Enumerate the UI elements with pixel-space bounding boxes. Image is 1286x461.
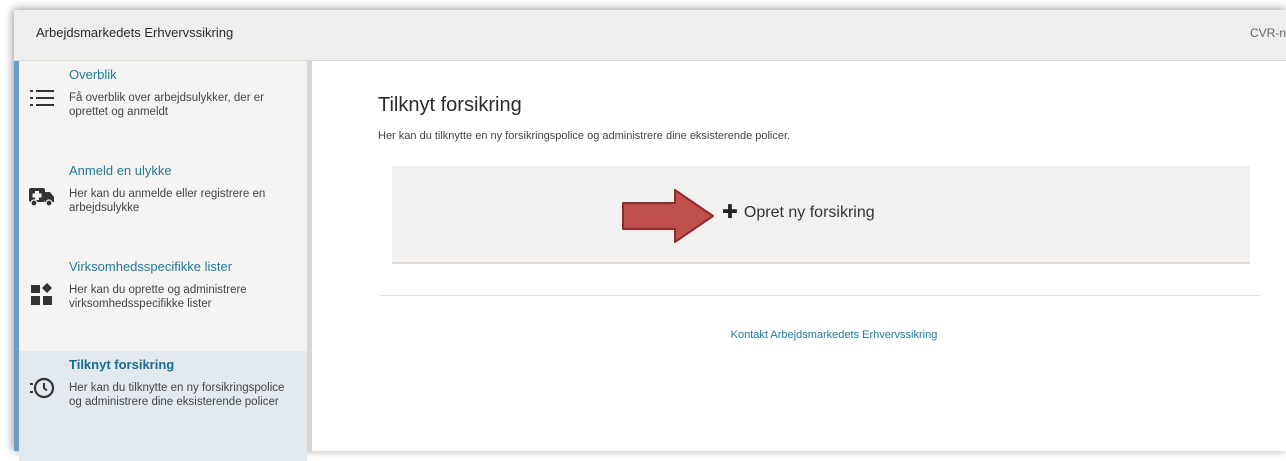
red-arrow-annotation (622, 189, 714, 243)
page-title: Tilknyt forsikring (378, 94, 522, 116)
create-insurance-label: Opret ny forsikring (743, 204, 875, 221)
plus-icon: ✚ (722, 202, 738, 223)
app-title[interactable]: Arbejdsmarkedets Erhvervssikring (36, 25, 233, 40)
ambulance-icon (27, 181, 57, 211)
create-insurance-panel: ✚ Opret ny forsikring (392, 166, 1250, 264)
blocks-icon (27, 279, 57, 309)
sidebar-item-anmeld[interactable]: Anmeld en ulykke Her kan du anmelde elle… (19, 157, 307, 253)
sidebar-accent (14, 61, 19, 451)
sidebar-item-title[interactable]: Virksomhedsspecifikke lister (69, 259, 232, 274)
sidebar-item-title[interactable]: Overblik (69, 67, 117, 82)
sidebar: Overblik Få overblik over arbejdsulykker… (14, 61, 312, 461)
sidebar-item-desc: Her kan du oprette og administrere virks… (69, 284, 247, 310)
main-content: Tilknyt forsikring Her kan du tilknytte … (312, 61, 1286, 451)
app-window: Arbejdsmarkedets Erhvervssikring CVR-n O… (14, 10, 1286, 461)
sidebar-item-title[interactable]: Anmeld en ulykke (69, 163, 172, 178)
sidebar-item-desc: Få overblik over arbejdsulykker, der er … (69, 92, 264, 118)
cvr-label: CVR-n (1249, 26, 1286, 40)
sidebar-item-overblik[interactable]: Overblik Få overblik over arbejdsulykker… (19, 61, 307, 157)
top-header: Arbejdsmarkedets Erhvervssikring CVR-n (14, 10, 1286, 61)
divider (380, 295, 1260, 296)
history-clock-icon (27, 373, 57, 403)
sidebar-item-desc: Her kan du tilknytte en ny forsikringspo… (69, 382, 285, 408)
list-icon (27, 83, 57, 113)
sidebar-item-desc: Her kan du anmelde eller registrere en a… (69, 188, 266, 214)
create-insurance-button[interactable]: ✚ Opret ny forsikring (722, 202, 875, 223)
page-subtitle: Her kan du tilknytte en ny forsikringspo… (378, 130, 791, 142)
contact-link[interactable]: Kontakt Arbejdsmarkedets Erhvervssikring (312, 329, 1286, 341)
sidebar-item-lister[interactable]: Virksomhedsspecifikke lister Her kan du … (19, 253, 307, 349)
sidebar-item-tilknyt[interactable]: Tilknyt forsikring Her kan du tilknytte … (19, 351, 307, 461)
sidebar-item-title[interactable]: Tilknyt forsikring (69, 357, 174, 372)
